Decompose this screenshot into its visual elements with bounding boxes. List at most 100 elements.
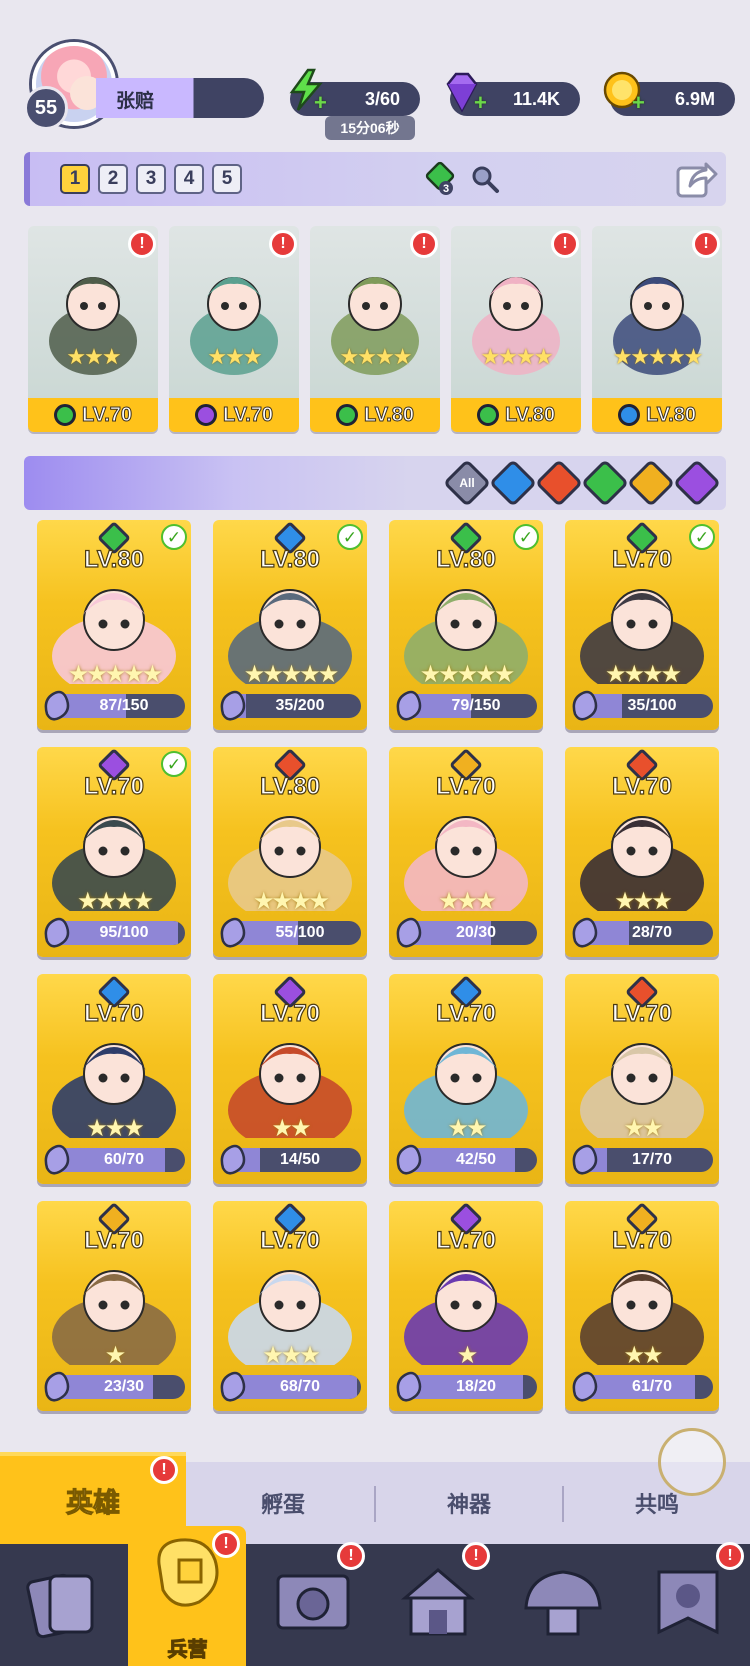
team-tab-3[interactable]: 3 xyxy=(136,164,166,194)
team-tab-1[interactable]: 1 xyxy=(60,164,90,194)
share-icon[interactable] xyxy=(674,156,718,200)
hero-card[interactable]: LV.70 ★★ 14/50 xyxy=(213,974,367,1184)
filter-element-icon[interactable] xyxy=(580,458,630,508)
purple-element-icon xyxy=(194,404,217,426)
team-hero-card[interactable]: ★★★★★ LV.80! xyxy=(592,226,722,432)
subtab-artifacts[interactable]: 神器 xyxy=(376,1462,562,1544)
hero-card[interactable]: ✓ LV.70 ★★★★ 35/100 xyxy=(565,520,719,730)
nav-alert-badge: ! xyxy=(716,1542,744,1570)
filter-label: All xyxy=(459,476,475,490)
team-hero-card[interactable]: ★★★ LV.70! xyxy=(28,226,158,432)
team-tab-5[interactable]: 5 xyxy=(212,164,242,194)
filter-element-icon[interactable] xyxy=(534,458,584,508)
filter-element-icon[interactable] xyxy=(626,458,676,508)
soul-fragment-icon xyxy=(44,917,70,948)
star-rating: ★ xyxy=(456,1342,479,1369)
alert-badge: ! xyxy=(128,230,156,258)
team-tab-2[interactable]: 2 xyxy=(98,164,128,194)
hero-card[interactable]: LV.70 ★★ 42/50 xyxy=(389,974,543,1184)
nav-guild[interactable] xyxy=(500,1544,625,1666)
hero-level: LV.80 xyxy=(435,545,497,573)
subtab-alert: ! xyxy=(150,1456,178,1484)
hero-card[interactable]: ✓ LV.80 ★★★★★ 87/150 xyxy=(37,520,191,730)
hero-level-bar: LV.80 xyxy=(310,398,440,432)
hero-card[interactable]: ✓ LV.80 ★★★★★ 79/150 xyxy=(389,520,543,730)
hero-card[interactable]: LV.70 ★ 23/30 xyxy=(37,1201,191,1411)
nav-temple[interactable]: ! xyxy=(375,1542,500,1666)
star-rating: ★★ xyxy=(447,1115,487,1142)
gold-value: 6.9M xyxy=(674,88,715,109)
star-rating: ★★★★★ xyxy=(419,661,516,688)
gems-value: 11.4K xyxy=(512,88,560,109)
hero-card[interactable]: ✓ LV.70 ★★★★ 95/100 xyxy=(37,747,191,957)
filter-all[interactable]: All xyxy=(442,458,492,508)
team-hero-card[interactable]: ★★★★ LV.80! xyxy=(451,226,581,432)
filter-label xyxy=(591,469,619,497)
hero-level: LV.70 xyxy=(222,403,274,426)
nav-barracks[interactable]: 兵营! xyxy=(125,1530,250,1666)
star-rating: ★★★★★ xyxy=(67,661,164,688)
star-rating: ★★★★★ xyxy=(243,661,340,688)
filter-label xyxy=(637,469,665,497)
star-rating: ★★★★ xyxy=(604,661,682,688)
hero-level: LV.70 xyxy=(611,999,673,1027)
add-gold-icon[interactable]: + xyxy=(632,92,645,114)
star-rating: ★★ xyxy=(271,1115,311,1142)
team-hero-card[interactable]: ★★★ LV.70! xyxy=(169,226,299,432)
nav-book[interactable]: ! xyxy=(250,1542,375,1666)
filter-label xyxy=(683,469,711,497)
hero-level: LV.80 xyxy=(83,545,145,573)
star-rating: ★★★★ xyxy=(76,888,154,915)
star-rating: ★★★ xyxy=(86,1115,145,1142)
hero-card[interactable]: LV.70 ★★★ 68/70 xyxy=(213,1201,367,1411)
hero-card[interactable]: LV.70 ★★★ 28/70 xyxy=(565,747,719,957)
floating-menu-button[interactable] xyxy=(658,1428,726,1496)
hero-level: LV.70 xyxy=(259,1226,321,1254)
soul-fragment-icon xyxy=(220,1144,246,1175)
team-hero-card[interactable]: ★★★★ LV.80! xyxy=(310,226,440,432)
nav-alert-badge: ! xyxy=(337,1542,365,1570)
hero-card[interactable]: LV.70 ★★ 17/70 xyxy=(565,974,719,1184)
add-energy-icon[interactable]: + xyxy=(314,92,327,114)
search-icon[interactable] xyxy=(470,164,500,194)
hero-level-bar: LV.80 xyxy=(451,398,581,432)
soul-fragment-icon xyxy=(44,1371,70,1402)
soul-fragment-icon xyxy=(220,690,246,721)
hero-card[interactable]: ✓ LV.80 ★★★★★ 35/200 xyxy=(213,520,367,730)
nav-banner[interactable]: ! xyxy=(625,1542,750,1666)
team-preset-bar: 1 2 3 4 5 3 xyxy=(24,152,726,206)
hero-level: LV.80 xyxy=(259,545,321,573)
filter-element-icon[interactable] xyxy=(488,458,538,508)
player-name-bar[interactable]: 张赔 xyxy=(96,78,264,118)
filter-element-icon[interactable] xyxy=(672,458,722,508)
star-rating: ★★★★ xyxy=(480,344,554,369)
soul-fragment-icon xyxy=(44,1144,70,1175)
hero-level: LV.70 xyxy=(435,999,497,1027)
green-gem-icon[interactable]: 3 xyxy=(422,160,458,196)
hero-card[interactable]: LV.70 ★ 18/20 xyxy=(389,1201,543,1411)
star-rating: ★★★ xyxy=(207,344,262,369)
hero-card[interactable]: LV.70 ★★★ 20/30 xyxy=(389,747,543,957)
collection-subtabs: 英雄 ! 孵蛋 神器 共鸣 xyxy=(0,1452,750,1544)
add-gems-icon[interactable]: + xyxy=(474,92,487,114)
cards-icon xyxy=(26,1573,94,1639)
star-rating: ★★★★ xyxy=(252,888,330,915)
soul-fragment-icon xyxy=(572,1371,598,1402)
hero-level: LV.70 xyxy=(83,772,145,800)
star-rating: ★ xyxy=(104,1342,127,1369)
hero-card[interactable]: LV.70 ★★ 61/70 xyxy=(565,1201,719,1411)
player-name: 张赔 xyxy=(116,91,155,112)
alert-badge: ! xyxy=(551,230,579,258)
hero-card[interactable]: LV.80 ★★★★ 55/100 xyxy=(213,747,367,957)
blue-element-icon xyxy=(617,404,640,426)
team-tab-4[interactable]: 4 xyxy=(174,164,204,194)
hero-level: LV.80 xyxy=(645,403,697,426)
hero-card[interactable]: LV.70 ★★★ 60/70 xyxy=(37,974,191,1184)
soul-fragment-icon xyxy=(396,1371,422,1402)
hero-level: LV.80 xyxy=(363,403,415,426)
green-element-icon xyxy=(335,404,358,426)
player-level-badge: 55 xyxy=(24,86,68,130)
star-rating: ★★★ xyxy=(438,888,497,915)
hero-level: LV.80 xyxy=(504,403,556,426)
nav-cards[interactable] xyxy=(0,1544,125,1666)
